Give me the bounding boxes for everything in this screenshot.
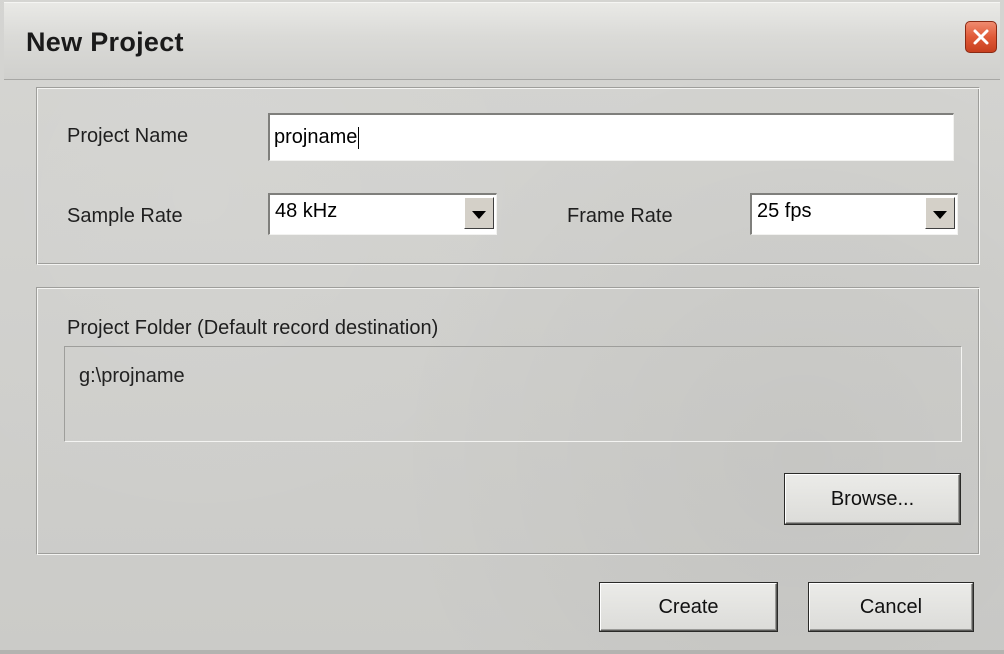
window-bottom-edge [0, 650, 1004, 654]
cancel-button[interactable]: Cancel [809, 583, 973, 631]
sample-rate-dropdown-button[interactable] [464, 197, 494, 229]
browse-button[interactable]: Browse... [785, 474, 960, 524]
frame-rate-dropdown-button[interactable] [925, 197, 955, 229]
frame-rate-value: 25 fps [757, 200, 812, 222]
chevron-down-icon [933, 202, 947, 225]
new-project-dialog: New Project Project Name projname Sample… [0, 0, 1004, 654]
close-button[interactable] [965, 21, 997, 53]
project-folder-path-field: g:\projname [64, 346, 962, 442]
sample-rate-label: Sample Rate [67, 205, 183, 227]
frame-rate-label: Frame Rate [567, 205, 673, 227]
close-icon [971, 27, 991, 47]
chevron-down-icon [472, 202, 486, 225]
title-bar[interactable]: New Project [4, 2, 1000, 80]
create-button[interactable]: Create [600, 583, 777, 631]
project-name-label: Project Name [67, 125, 189, 147]
project-folder-label: Project Folder (Default record destinati… [67, 317, 439, 339]
sample-rate-select[interactable]: 48 kHz [268, 193, 497, 235]
project-name-input[interactable]: projname [268, 113, 954, 161]
frame-rate-select[interactable]: 25 fps [750, 193, 958, 235]
sample-rate-value: 48 kHz [275, 200, 338, 222]
text-caret [358, 126, 360, 149]
project-folder-path: g:\projname [79, 365, 185, 387]
project-name-value: projname [274, 126, 358, 148]
dialog-title: New Project [26, 27, 184, 57]
